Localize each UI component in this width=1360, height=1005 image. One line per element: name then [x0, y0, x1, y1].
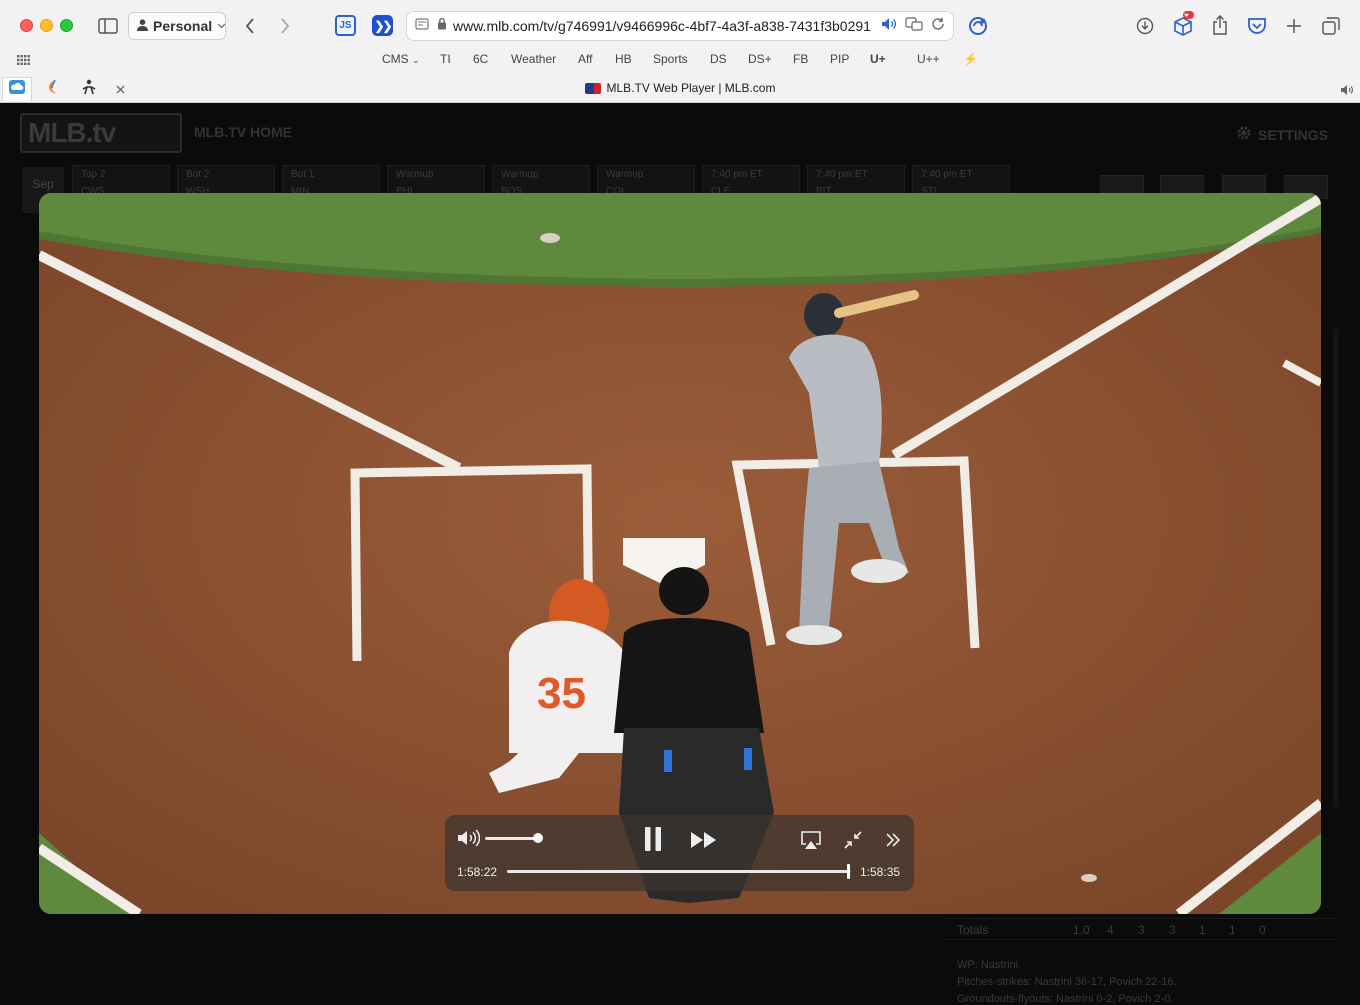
translate-icon[interactable] [905, 17, 923, 36]
airplay-icon [801, 831, 821, 849]
person-icon [137, 18, 148, 34]
reload-icon[interactable] [931, 17, 945, 36]
mlbtv-home-link[interactable]: MLB.TV HOME [194, 124, 292, 140]
bookmark-aff[interactable]: Aff [578, 52, 592, 66]
address-bar[interactable]: www.mlb.com/tv/g746991/v9466996c-4bf7-4a… [406, 11, 954, 41]
downloads-icon[interactable] [1134, 14, 1156, 38]
bookmark-fb[interactable]: FB [793, 52, 808, 66]
bookmark-6c[interactable]: 6C [473, 52, 488, 66]
volume-icon [458, 829, 480, 847]
exit-fullscreen-button[interactable] [841, 829, 865, 851]
settings-button[interactable]: SETTINGS [1236, 125, 1328, 144]
bookmark-sports[interactable]: Sports [653, 52, 688, 66]
volume-slider[interactable] [485, 833, 544, 843]
mute-button[interactable] [455, 827, 481, 849]
chevron-down-icon: ⌄ [412, 55, 420, 65]
bookmark-u-plus-plus[interactable]: U++ [917, 52, 940, 66]
progress-handle[interactable] [846, 864, 850, 879]
gear-icon [1236, 125, 1252, 144]
privacy-extension-icon[interactable] [966, 14, 990, 38]
bookmarks-bar: CMS ⌄ TI 6C Weather Aff HB Sports DS DS+… [0, 52, 1360, 68]
forward-button[interactable] [275, 14, 295, 38]
pocket-icon[interactable] [1246, 14, 1268, 38]
extension-box-icon[interactable] [1171, 10, 1195, 38]
video-frame-image: 35 [39, 193, 1321, 914]
airplay-button[interactable] [799, 829, 823, 851]
bolt-bookmarklet-icon[interactable]: ⚡ [963, 52, 978, 66]
sidebar-toggle-icon[interactable] [96, 14, 120, 38]
video-player[interactable]: 35 [39, 193, 1321, 914]
profile-label: Personal [153, 18, 213, 34]
bookmark-ti[interactable]: TI [440, 52, 451, 66]
profile-menu[interactable]: Personal [128, 12, 226, 40]
bookmark-cms[interactable]: CMS ⌄ [382, 52, 420, 66]
current-time: 1:58:22 [457, 865, 498, 879]
chevron-down-icon [217, 21, 226, 32]
pause-icon [645, 827, 661, 851]
boxscore-totals-row: Totals 1.0 4 3 3 1 1 0 [945, 918, 1335, 940]
boxscore-notes: WP: Nastrini. Pitches-strikes: Nastrini … [957, 959, 1177, 1005]
zoom-window-button[interactable] [60, 19, 73, 32]
active-tab[interactable]: MLB.TV Web Player | MLB.com [0, 81, 1360, 95]
fast-forward-icon [691, 832, 716, 848]
more-options-button[interactable] [881, 829, 905, 851]
progress-fill [507, 870, 848, 873]
page-menu-icon[interactable] [415, 17, 429, 35]
mlb-favicon-icon [584, 82, 601, 94]
javascript-extension-button[interactable]: JS [335, 15, 356, 36]
tab-overview-icon[interactable] [1320, 14, 1342, 38]
mlbtv-logo[interactable]: MLB.tv [20, 113, 182, 153]
bookmark-ds[interactable]: DS [710, 52, 727, 66]
back-button[interactable] [240, 14, 260, 38]
boxscore-scrollbar[interactable] [1333, 328, 1338, 808]
svg-text:35: 35 [537, 669, 586, 718]
minimize-window-button[interactable] [40, 19, 53, 32]
player-controls: 1:58:22 1:58:35 [445, 815, 914, 891]
double-chevron-right-icon [886, 833, 901, 847]
bracket-extension-button[interactable]: ❯❯ [372, 15, 393, 36]
bookmark-ds-plus[interactable]: DS+ [748, 52, 772, 66]
remaining-time: 1:58:35 [860, 865, 901, 879]
audio-playing-icon[interactable] [881, 17, 897, 36]
url-text: www.mlb.com/tv/g746991/v9466996c-4bf7-4a… [453, 18, 871, 34]
tab-bar: MLB.TV Web Player | MLB.com [0, 77, 1360, 103]
new-tab-icon[interactable] [1283, 14, 1305, 38]
share-icon[interactable] [1209, 13, 1231, 37]
volume-knob[interactable] [533, 833, 544, 843]
tab-audio-icon[interactable] [1338, 81, 1356, 99]
pause-button[interactable] [641, 825, 665, 853]
volume-level [485, 837, 539, 840]
progress-bar[interactable] [507, 864, 851, 879]
bookmark-pip[interactable]: PIP [830, 52, 849, 66]
bookmark-hb[interactable]: HB [615, 52, 632, 66]
collapse-icon [844, 831, 862, 849]
browser-toolbar: Personal JS ❯❯ www.mlb.com/tv/g746991/v9… [0, 0, 1360, 103]
bookmark-u-plus[interactable]: U+ [870, 52, 886, 66]
lock-icon [437, 17, 447, 35]
active-tab-title: MLB.TV Web Player | MLB.com [606, 81, 776, 95]
close-window-button[interactable] [20, 19, 33, 32]
bookmark-weather[interactable]: Weather [511, 52, 556, 66]
skip-forward-button[interactable] [689, 829, 719, 851]
